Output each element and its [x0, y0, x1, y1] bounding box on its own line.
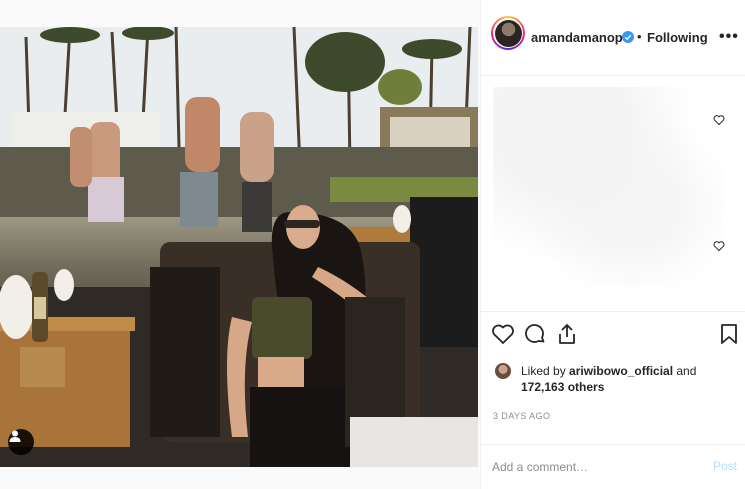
post-timestamp[interactable]: 3 DAYS AGO — [493, 411, 550, 421]
post-actions: Liked by ariwibowo_official and 172,163 … — [481, 311, 745, 431]
more-options-icon[interactable]: ••• — [719, 28, 739, 46]
post-photo[interactable] — [0, 27, 478, 467]
user-tag-icon[interactable] — [8, 429, 34, 455]
person-icon — [9, 430, 21, 442]
liked-by-suffix: and — [673, 364, 697, 378]
username-link[interactable]: amandamanopo — [531, 30, 631, 45]
beach-club-scene — [0, 27, 478, 467]
separator-dot: • — [637, 29, 642, 44]
bookmark-icon[interactable] — [717, 322, 741, 346]
others-count-link[interactable]: 172,163 others — [521, 380, 604, 394]
instagram-post-window: amandamanopo • Following ••• Liked by ar… — [0, 0, 745, 489]
avatar-image — [494, 19, 522, 47]
liker-avatar — [494, 362, 512, 380]
verified-badge-icon — [622, 31, 634, 43]
add-comment-bar: Post — [481, 444, 745, 489]
comment-icon[interactable] — [523, 322, 547, 346]
comment-like-heart-icon[interactable] — [713, 240, 725, 252]
comments-placeholder — [493, 87, 723, 287]
profile-avatar[interactable] — [491, 16, 525, 50]
post-sidebar: amandamanopo • Following ••• Liked by ar… — [480, 0, 745, 489]
liked-by-user-link[interactable]: ariwibowo_official — [569, 364, 673, 378]
comment-input[interactable] — [492, 457, 692, 477]
comments-area — [481, 77, 745, 311]
heart-icon[interactable] — [491, 322, 515, 346]
likes-summary[interactable]: Liked by ariwibowo_official and 172,163 … — [491, 360, 741, 400]
share-icon[interactable] — [555, 322, 579, 346]
following-button[interactable]: Following — [647, 30, 708, 45]
avatar-border — [493, 18, 523, 48]
post-button[interactable]: Post — [713, 459, 737, 473]
likes-text: Liked by ariwibowo_official and 172,163 … — [521, 363, 696, 395]
post-header: amandamanopo • Following ••• — [481, 0, 745, 76]
liked-by-prefix: Liked by — [521, 364, 570, 378]
comment-like-heart-icon[interactable] — [713, 114, 725, 126]
